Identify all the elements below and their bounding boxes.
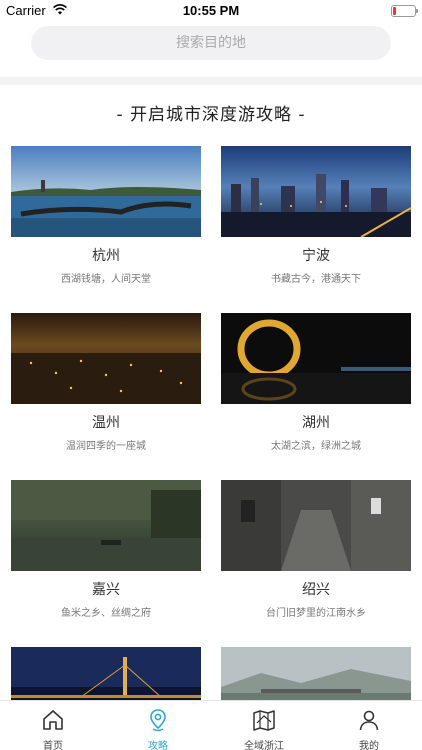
city-image-partial — [11, 647, 201, 700]
status-bar: Carrier 10:55 PM — [0, 0, 422, 22]
battery-icon — [391, 5, 418, 17]
home-icon — [43, 710, 63, 730]
city-name: 嘉兴 — [92, 582, 120, 598]
city-card-ningbo[interactable]: 宁波 书藏古今，港通天下 — [221, 146, 411, 287]
tab-bar: 首页 攻略 全域浙江 我的 — [0, 700, 422, 750]
tab-label: 首页 — [43, 741, 63, 750]
tab-home[interactable]: 首页 — [0, 701, 106, 750]
city-desc: 太湖之滨，绿洲之城 — [271, 441, 361, 452]
tab-label: 攻略 — [148, 741, 168, 750]
tab-profile[interactable]: 我的 — [316, 701, 422, 750]
city-image-hangzhou — [11, 146, 201, 237]
search-input[interactable] — [31, 26, 391, 60]
city-name: 湖州 — [302, 415, 330, 431]
city-desc: 书藏古今，港通天下 — [271, 274, 361, 285]
city-card-hangzhou[interactable]: 杭州 西湖钱塘，人间天堂 — [11, 146, 201, 287]
city-desc: 鱼米之乡、丝绸之府 — [61, 608, 151, 619]
city-card-partial-2[interactable] — [221, 647, 411, 700]
map-icon — [253, 710, 275, 731]
city-desc: 西湖钱塘，人间天堂 — [61, 274, 151, 285]
city-desc: 温润四季的一座城 — [66, 441, 146, 452]
city-grid: 杭州 西湖钱塘，人间天堂 宁波 书藏古今，港通天下 温州 温润四季的一座城 湖州… — [0, 146, 422, 700]
tab-zhejiang[interactable]: 全域浙江 — [211, 701, 317, 750]
section-title: - 开启城市深度游攻略 - — [116, 105, 306, 125]
city-image-huzhou — [221, 313, 411, 404]
city-image-partial-2 — [221, 647, 411, 700]
tab-label: 我的 — [359, 741, 379, 750]
city-card-wenzhou[interactable]: 温州 温润四季的一座城 — [11, 313, 201, 454]
tab-guide[interactable]: 攻略 — [105, 701, 211, 750]
city-name: 杭州 — [92, 248, 120, 264]
tab-label: 全域浙江 — [244, 741, 284, 750]
city-name: 温州 — [92, 415, 120, 431]
city-image-ningbo — [221, 146, 411, 237]
city-image-jiaxing — [11, 480, 201, 571]
clock: 10:55 PM — [182, 3, 240, 18]
person-icon — [359, 710, 379, 731]
city-card-huzhou[interactable]: 湖州 太湖之滨，绿洲之城 — [221, 313, 411, 454]
city-card-shaoxing[interactable]: 绍兴 台门旧梦里的江南水乡 — [221, 480, 411, 621]
city-name: 宁波 — [302, 248, 330, 264]
city-image-shaoxing — [221, 480, 411, 571]
city-desc: 台门旧梦里的江南水乡 — [266, 608, 366, 619]
search-bar[interactable] — [31, 26, 391, 60]
section-divider — [0, 77, 422, 85]
location-pin-icon — [150, 709, 166, 732]
city-image-wenzhou — [11, 313, 201, 404]
city-name: 绍兴 — [302, 582, 330, 598]
city-card-partial[interactable] — [11, 647, 201, 700]
city-card-jiaxing[interactable]: 嘉兴 鱼米之乡、丝绸之府 — [11, 480, 201, 621]
